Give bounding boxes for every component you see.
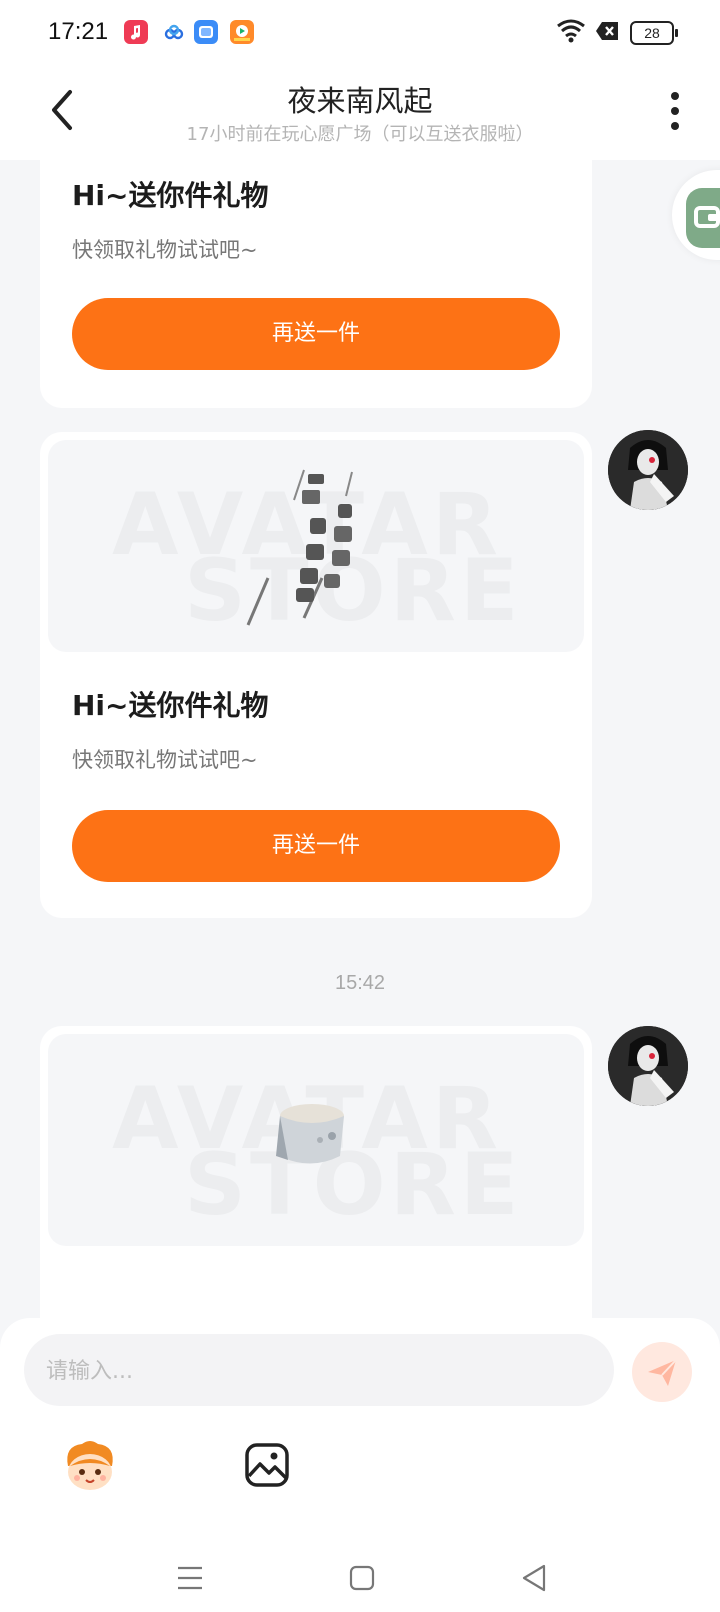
more-vertical-icon bbox=[671, 92, 679, 130]
status-time: 17:21 bbox=[48, 18, 109, 45]
gallery-app-icon bbox=[194, 20, 218, 44]
square-icon bbox=[349, 1565, 375, 1591]
contact-status: 17小时前在玩心愿广场（可以互送衣服啦） bbox=[186, 124, 534, 145]
image-picker-button[interactable] bbox=[238, 1436, 298, 1496]
gift-title: Hi~送你件礼物 bbox=[72, 179, 269, 212]
menu-icon bbox=[178, 1566, 202, 1590]
watermark-store: STORE bbox=[184, 1142, 523, 1228]
chat-messages[interactable]: Hi~送你件礼物 快领取礼物试试吧~ 再送一件 AVATAR STORE bbox=[0, 160, 720, 1320]
chat-header: 夜来南风起 17小时前在玩心愿广场（可以互送衣服啦） bbox=[0, 64, 720, 160]
home-button[interactable] bbox=[342, 1558, 382, 1598]
system-nav-bar bbox=[0, 1540, 720, 1612]
send-icon bbox=[648, 1359, 677, 1386]
video-app-icon bbox=[230, 20, 254, 44]
back-nav-button[interactable] bbox=[514, 1558, 554, 1598]
send-button[interactable] bbox=[632, 1342, 692, 1402]
avatar[interactable] bbox=[608, 430, 688, 510]
gift-card: Hi~送你件礼物 快领取礼物试试吧~ 再送一件 bbox=[40, 160, 592, 408]
wifi-icon bbox=[556, 18, 586, 44]
send-again-button[interactable]: 再送一件 bbox=[72, 810, 560, 882]
gift-subtitle: 快领取礼物试试吧~ bbox=[72, 748, 258, 772]
gift-item-image bbox=[246, 469, 353, 626]
message-input[interactable] bbox=[44, 1334, 598, 1408]
recent-apps-button[interactable] bbox=[170, 1558, 210, 1598]
gift-preview[interactable]: AVATAR STORE bbox=[48, 440, 584, 652]
more-button[interactable] bbox=[660, 90, 690, 134]
avatar[interactable] bbox=[608, 1026, 688, 1106]
gift-subtitle: 快领取礼物试试吧~ bbox=[72, 238, 258, 262]
contact-name: 夜来南风起 bbox=[287, 84, 433, 118]
message-timestamp: 15:42 bbox=[334, 972, 386, 994]
triangle-back-icon bbox=[522, 1564, 546, 1592]
gift-card: AVATAR STORE bbox=[40, 1026, 592, 1320]
music-app-icon bbox=[124, 20, 148, 44]
cloud-app-icon bbox=[162, 20, 186, 44]
wallet-icon bbox=[686, 188, 720, 248]
message-input-box[interactable] bbox=[24, 1334, 614, 1408]
gift-item-image bbox=[276, 1104, 344, 1164]
gift-preview[interactable]: AVATAR STORE bbox=[48, 1034, 584, 1246]
emoji-sticker-button[interactable] bbox=[60, 1436, 120, 1496]
mascot-icon bbox=[67, 1441, 113, 1490]
image-icon bbox=[245, 1443, 289, 1487]
gift-card: AVATAR STORE Hi~送你件礼物 快领取礼物试试吧~ 再送一件 bbox=[40, 432, 592, 918]
battery-icon: 28 bbox=[630, 21, 678, 45]
gift-title: Hi~送你件礼物 bbox=[72, 689, 269, 722]
status-bar: 17:21 28 bbox=[0, 0, 720, 64]
notification-x-icon bbox=[596, 20, 620, 42]
send-again-button[interactable]: 再送一件 bbox=[72, 298, 560, 370]
